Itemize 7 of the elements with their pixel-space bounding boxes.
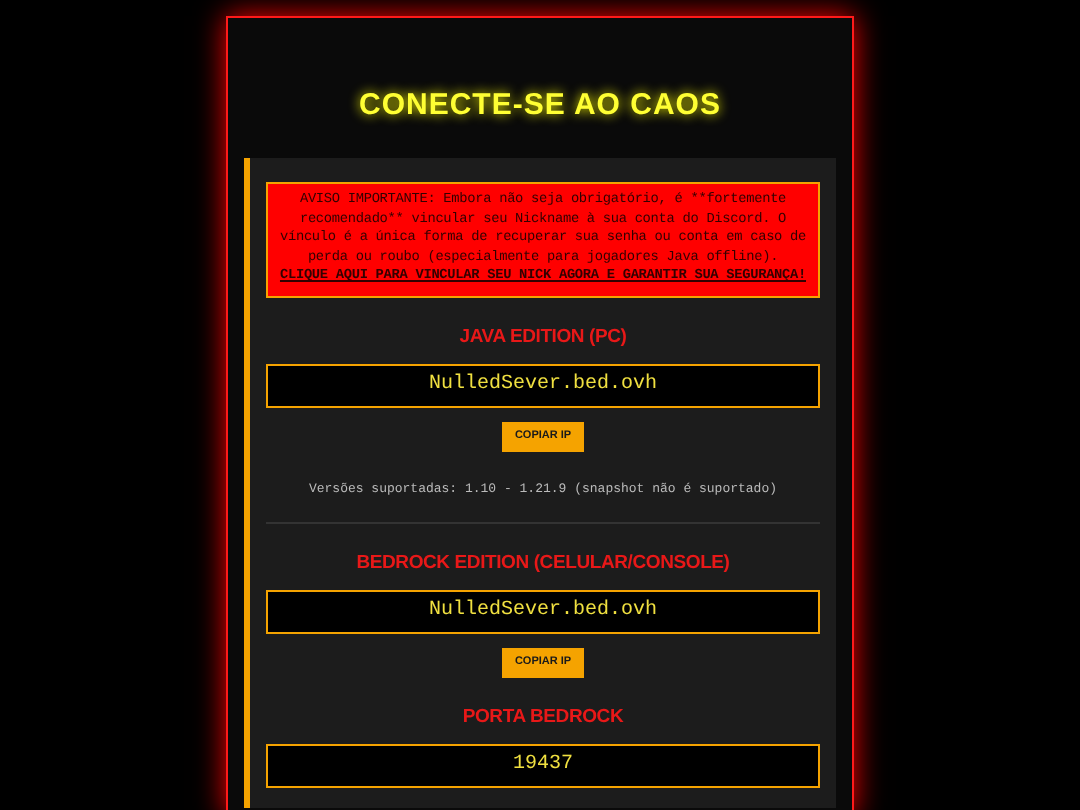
section-heading: JAVA EDITION (PC) bbox=[459, 323, 627, 351]
section-heading: BEDROCK EDITION (CELULAR/CONSOLE) bbox=[356, 549, 730, 577]
server-address-field: NulledSever.bed.ovh bbox=[266, 363, 820, 407]
section-heading: PORTA BEDROCK bbox=[462, 703, 624, 731]
page-title: CONECTE-SE AO CAOS bbox=[357, 86, 723, 126]
server-address-field: 19437 bbox=[266, 743, 820, 787]
server-address-field: NulledSever.bed.ovh bbox=[266, 589, 820, 633]
